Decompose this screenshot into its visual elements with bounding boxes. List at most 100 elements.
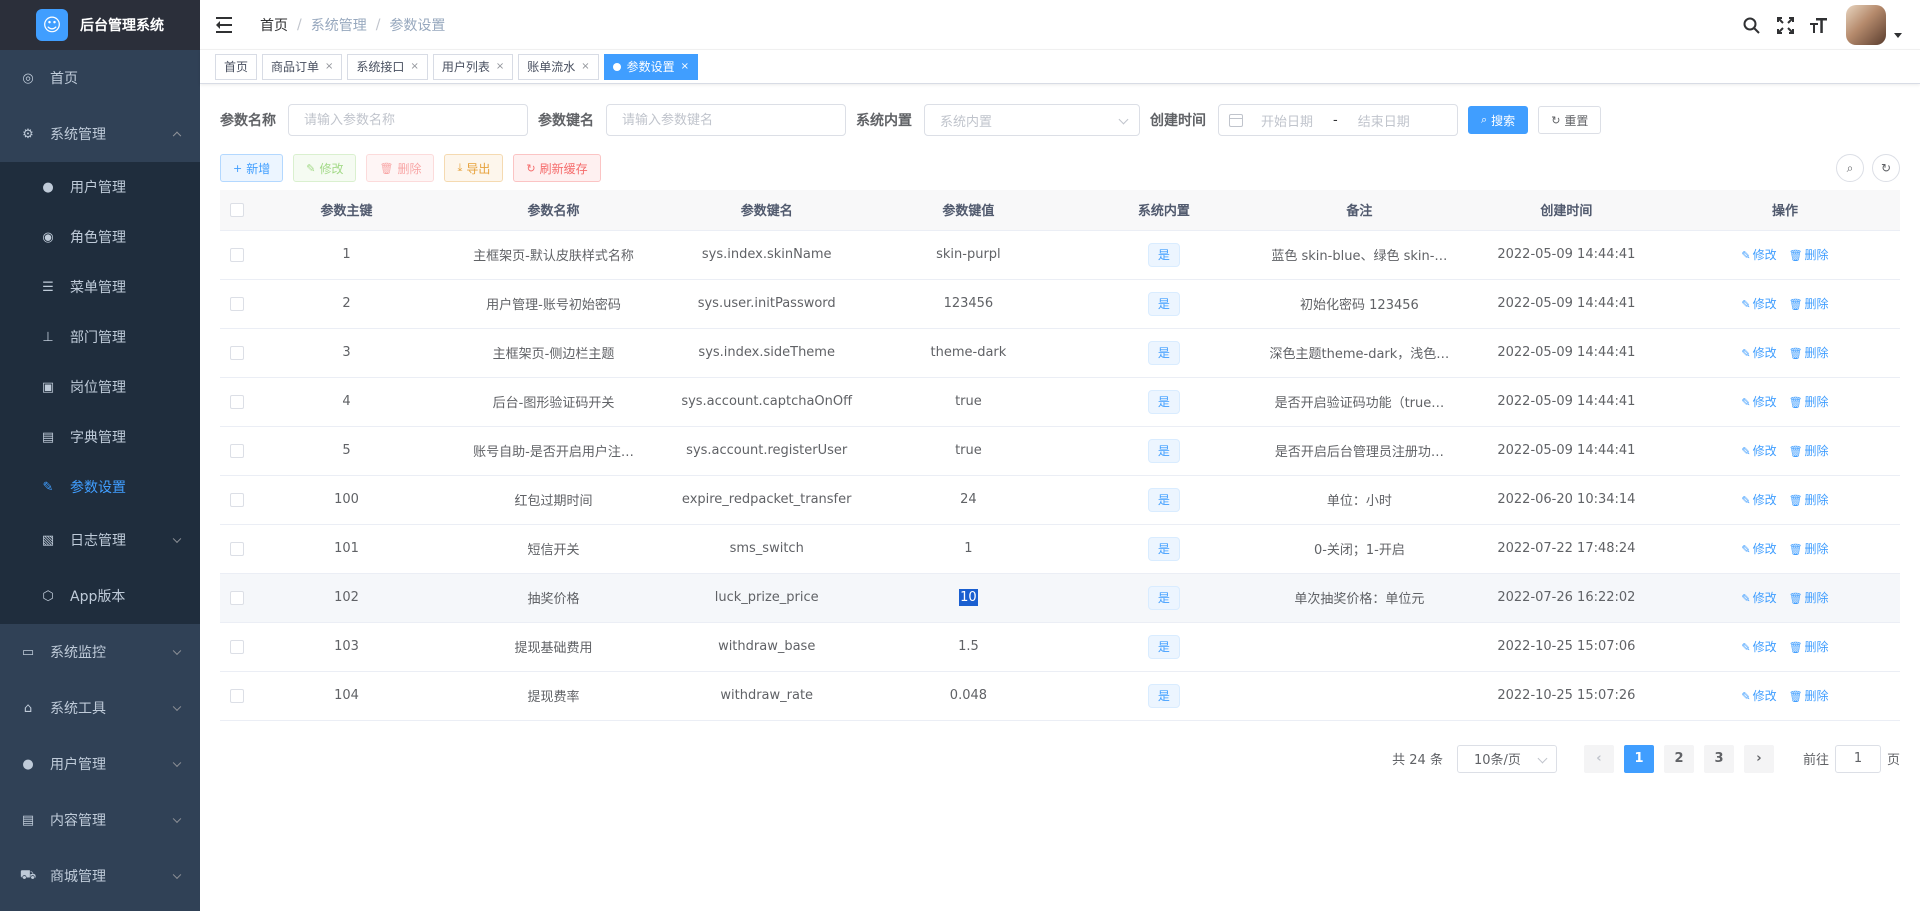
row-checkbox[interactable] bbox=[230, 541, 245, 556]
tag-0[interactable]: 首页 bbox=[215, 53, 258, 80]
next-page-button[interactable]: › bbox=[1743, 744, 1774, 773]
tag-5[interactable]: 参数设置 × bbox=[603, 53, 699, 80]
tag-4[interactable]: 账单流水 × bbox=[518, 53, 599, 80]
row-delete-link[interactable]: 🗑 删除 bbox=[1789, 395, 1829, 409]
tag-1[interactable]: 商品订单 × bbox=[262, 53, 343, 80]
row-checkbox[interactable] bbox=[230, 688, 245, 703]
refresh-cache-button[interactable]: ↻ 刷新缓存 bbox=[513, 154, 601, 182]
fullscreen-icon[interactable] bbox=[1768, 0, 1802, 50]
add-button[interactable]: + 新增 bbox=[220, 154, 284, 182]
edit-button[interactable]: ✎ 修改 bbox=[293, 154, 357, 182]
sidebar-item-1[interactable]: ⚙ 系统管理 bbox=[0, 106, 200, 162]
cell-remark: 是否开启验证码功能（true… bbox=[1255, 377, 1463, 427]
row-delete-link[interactable]: 🗑 删除 bbox=[1789, 542, 1829, 556]
user-avatar[interactable] bbox=[1846, 5, 1886, 45]
refresh-table-button[interactable]: ↻ bbox=[1872, 154, 1900, 182]
close-icon[interactable]: × bbox=[496, 55, 504, 79]
close-icon[interactable]: × bbox=[681, 55, 689, 79]
font-size-icon[interactable] bbox=[1802, 0, 1836, 50]
row-edit-link[interactable]: ✎ 修改 bbox=[1741, 591, 1776, 605]
sidebar-subitem-6[interactable]: ✎ 参数设置 bbox=[0, 462, 200, 512]
close-icon[interactable]: × bbox=[325, 55, 333, 79]
reset-button[interactable]: ↻ 重置 bbox=[1538, 106, 1602, 134]
row-delete-link[interactable]: 🗑 删除 bbox=[1789, 493, 1829, 507]
row-edit-link[interactable]: ✎ 修改 bbox=[1741, 640, 1776, 654]
page-button-1[interactable]: 1 bbox=[1623, 744, 1654, 773]
row-checkbox[interactable] bbox=[230, 492, 245, 507]
config-key-input[interactable] bbox=[606, 104, 846, 136]
sidebar-item-2[interactable]: ▭ 系统监控 bbox=[0, 624, 200, 680]
tag-2[interactable]: 系统接口 × bbox=[347, 53, 428, 80]
start-date-input[interactable]: 开始日期 bbox=[1261, 111, 1313, 130]
date-range-picker[interactable]: 开始日期 - 结束日期 bbox=[1218, 104, 1458, 136]
sidebar-subitem-0[interactable]: ● 用户管理 bbox=[0, 162, 200, 212]
delete-button[interactable]: 🗑 删除 bbox=[366, 154, 435, 182]
page-size-select[interactable]: 10条/页 bbox=[1456, 744, 1557, 773]
table-row[interactable]: 3 主框架页-侧边栏主题 sys.index.sideTheme theme-dark… bbox=[220, 328, 1900, 378]
breadcrumb-home[interactable]: 首页 bbox=[260, 15, 288, 35]
row-delete-link[interactable]: 🗑 删除 bbox=[1789, 689, 1829, 703]
row-delete-link[interactable]: 🗑 删除 bbox=[1789, 297, 1829, 311]
row-edit-link[interactable]: ✎ 修改 bbox=[1741, 395, 1776, 409]
sidebar-item-3[interactable]: ⌂ 系统工具 bbox=[0, 680, 200, 736]
table-row[interactable]: 102 抽奖价格 luck_prize_price 10 是 单次抽奖价格：单位元 2022… bbox=[220, 573, 1900, 623]
row-edit-link[interactable]: ✎ 修改 bbox=[1741, 248, 1776, 262]
table-row[interactable]: 2 用户管理-账号初始密码 sys.user.initPassword 123456 是… bbox=[220, 279, 1900, 329]
search-button[interactable]: ⌕ 搜索 bbox=[1468, 106, 1529, 134]
sidebar-subitem-8[interactable]: ⬡ App版本 bbox=[0, 568, 200, 624]
row-edit-link[interactable]: ✎ 修改 bbox=[1741, 689, 1776, 703]
table-row[interactable]: 1 主框架页-默认皮肤样式名称 sys.index.skinName skin-pur… bbox=[220, 230, 1900, 280]
logo-area[interactable]: ☺ 后台管理系统 bbox=[0, 0, 200, 50]
search-icon[interactable] bbox=[1734, 0, 1768, 50]
row-checkbox[interactable] bbox=[230, 443, 245, 458]
row-delete-link[interactable]: 🗑 删除 bbox=[1789, 591, 1829, 605]
row-edit-link[interactable]: ✎ 修改 bbox=[1741, 444, 1776, 458]
sidebar-subitem-7[interactable]: ▧ 日志管理 bbox=[0, 512, 200, 568]
row-checkbox[interactable] bbox=[230, 345, 245, 360]
sidebar-subitem-1[interactable]: ◉ 角色管理 bbox=[0, 212, 200, 262]
caret-down-icon[interactable] bbox=[1894, 32, 1902, 38]
sidebar-subitem-5[interactable]: ▤ 字典管理 bbox=[0, 412, 200, 462]
sidebar-subitem-2[interactable]: ☰ 菜单管理 bbox=[0, 262, 200, 312]
row-checkbox[interactable] bbox=[230, 296, 245, 311]
page-button-3[interactable]: 3 bbox=[1703, 744, 1734, 773]
sidebar-item-5[interactable]: ▤ 内容管理 bbox=[0, 792, 200, 848]
table-row[interactable]: 4 后台-图形验证码开关 sys.account.captchaOnOff true 是… bbox=[220, 377, 1900, 427]
sidebar-subitem-4[interactable]: ▣ 岗位管理 bbox=[0, 362, 200, 412]
row-checkbox[interactable] bbox=[230, 247, 245, 262]
row-delete-link[interactable]: 🗑 删除 bbox=[1789, 346, 1829, 360]
table-row[interactable]: 101 短信开关 sms_switch 1 是 0-关闭；1-开启 2022-07-22 1… bbox=[220, 524, 1900, 574]
config-type-select[interactable]: 系统内置 bbox=[924, 104, 1140, 136]
row-delete-link[interactable]: 🗑 删除 bbox=[1789, 248, 1829, 262]
row-edit-link[interactable]: ✎ 修改 bbox=[1741, 297, 1776, 311]
row-delete-link[interactable]: 🗑 删除 bbox=[1789, 444, 1829, 458]
row-delete-link[interactable]: 🗑 删除 bbox=[1789, 640, 1829, 654]
cell-remark: 0-关闭；1-开启 bbox=[1255, 524, 1463, 574]
row-edit-link[interactable]: ✎ 修改 bbox=[1741, 542, 1776, 556]
prev-page-button[interactable]: ‹ bbox=[1583, 744, 1614, 773]
row-edit-link[interactable]: ✎ 修改 bbox=[1741, 346, 1776, 360]
toggle-search-button[interactable]: ⌕ bbox=[1836, 154, 1864, 182]
table-row[interactable]: 100 红包过期时间 expire_redpacket_transfer 24 是 单位：… bbox=[220, 475, 1900, 525]
table-row[interactable]: 104 提现费率 withdraw_rate 0.048 是 2022-10-25 15:… bbox=[220, 671, 1900, 721]
row-checkbox[interactable] bbox=[230, 590, 245, 605]
sidebar-item-0[interactable]: ◎ 首页 bbox=[0, 50, 200, 106]
close-icon[interactable]: × bbox=[410, 55, 418, 79]
row-edit-link[interactable]: ✎ 修改 bbox=[1741, 493, 1776, 507]
table-row[interactable]: 103 提现基础费用 withdraw_base 1.5 是 2022-10-25 15:… bbox=[220, 622, 1900, 672]
sidebar-item-4[interactable]: ● 用户管理 bbox=[0, 736, 200, 792]
page-button-2[interactable]: 2 bbox=[1663, 744, 1694, 773]
export-button[interactable]: ⤓ 导出 bbox=[444, 154, 504, 182]
goto-page-input[interactable] bbox=[1834, 744, 1881, 773]
hamburger-icon[interactable] bbox=[216, 16, 236, 33]
row-checkbox[interactable] bbox=[230, 639, 245, 654]
sidebar-subitem-3[interactable]: ⊥ 部门管理 bbox=[0, 312, 200, 362]
table-row[interactable]: 5 账号自助-是否开启用户注… sys.account.registerUser tr… bbox=[220, 426, 1900, 476]
sidebar-item-6[interactable]: ⛟ 商城管理 bbox=[0, 848, 200, 904]
tag-3[interactable]: 用户列表 × bbox=[432, 53, 514, 80]
config-name-input[interactable] bbox=[288, 104, 528, 136]
end-date-input[interactable]: 结束日期 bbox=[1358, 111, 1410, 130]
row-checkbox[interactable] bbox=[230, 394, 245, 409]
select-all-checkbox[interactable] bbox=[230, 202, 245, 217]
close-icon[interactable]: × bbox=[581, 55, 589, 79]
